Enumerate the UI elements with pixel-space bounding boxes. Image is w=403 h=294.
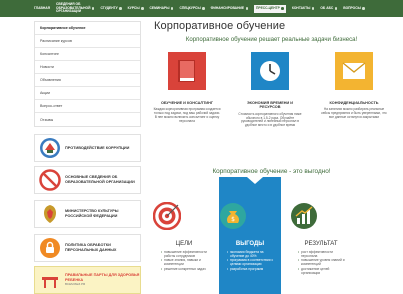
nav-item-financing[interactable]: ФИНАНСИРОВАНИЕ — [211, 6, 249, 11]
sidebar-item-faq[interactable]: Вопрос-ответ — [35, 100, 140, 113]
nav-item-press-center[interactable]: ПРЕСС-ЦЕНТР — [254, 4, 286, 13]
nav-item-seminars[interactable]: СЕМИНАРЫ — [150, 6, 174, 11]
banner-org-info[interactable]: ОСНОВНЫЕ СВЕДЕНИЯ ОБ ОБРАЗОВАТЕЛЬНОЙ ОРГ… — [34, 166, 141, 194]
nav-item-org-info[interactable]: СВЕДЕНИЯ ОБ ОБРАЗОВАТЕЛЬНОЙ ОРГАНИЗАЦИИ — [56, 2, 95, 14]
dropdown-dot-icon — [170, 7, 174, 10]
nav-item-special-courses[interactable]: СПЕЦКУРСЫ — [179, 6, 205, 11]
nav-item-student[interactable]: СТУДЕНТУ — [100, 6, 122, 11]
goals-list: повышение эффективности работы сотрудник… — [153, 250, 215, 272]
growth-chart-icon — [291, 203, 317, 229]
nav-item-contacts[interactable]: КОНТАКТЫ — [292, 6, 315, 11]
nav-item-about[interactable]: ОБ АБС — [320, 6, 338, 11]
dropdown-dot-icon — [91, 7, 95, 10]
benefits-subheading: Корпоративное обучение - это выгодно! — [212, 168, 331, 175]
svg-text:$: $ — [231, 216, 235, 223]
dropdown-dot-icon — [245, 7, 249, 10]
feature-training-consulting: ОБУЧЕНИЕ И КОНСАЛТИНГ Каждая корпоративн… — [153, 52, 221, 124]
list-item: разработка программ — [227, 267, 275, 272]
forbidden-sign-icon — [39, 169, 61, 191]
lead-text: Корпоративное обучение решает реальные з… — [185, 36, 358, 43]
sidebar-item-promotions[interactable]: Акции — [35, 87, 140, 100]
top-navigation: ГЛАВНАЯ СВЕДЕНИЯ ОБ ОБРАЗОВАТЕЛЬНОЙ ОРГА… — [0, 0, 403, 17]
dropdown-dot-icon — [141, 7, 144, 10]
column-result: РЕЗУЛЬТАТ рост эффективности персонала п… — [290, 177, 352, 294]
banner-ministry-culture[interactable]: МИНИСТЕРСТВО КУЛЬТУРЫ РОССИЙСКОЙ ФЕДЕРАЦ… — [34, 200, 141, 228]
column-benefits: $ ВЫГОДЫ экономия бюджета на обучение до… — [219, 177, 281, 294]
envelope-icon — [335, 52, 373, 90]
banner-school-desks[interactable]: ПРАВИЛЬНЫЕ ПАРТЫ ДЛЯ ЗДОРОВЬЯ РЕБЕНКА ВС… — [34, 266, 141, 294]
sidebar-item-consulting[interactable]: Консалтинг — [35, 48, 140, 61]
sidebar-item-announcements[interactable]: Объявления — [35, 74, 140, 87]
feature-confidentiality: КОНФИДЕНЦИАЛЬНОСТЬ На занятиях можно раз… — [320, 52, 388, 120]
banner-personal-data-policy[interactable]: ПОЛИТИКА ОБРАБОТКИ ПЕРСОНАЛЬНЫХ ДАННЫХ — [34, 234, 141, 262]
sidebar: Корпоративное обучение Расписание курсов… — [34, 21, 141, 127]
list-item: достижение целей организации — [298, 267, 346, 276]
lock-icon — [40, 238, 60, 258]
nav-item-home[interactable]: ГЛАВНАЯ — [34, 6, 50, 11]
money-bag-icon: $ — [220, 203, 246, 229]
dropdown-dot-icon — [334, 7, 338, 10]
coat-of-arms-icon — [44, 205, 56, 223]
school-desk-icon — [42, 277, 58, 288]
dropdown-dot-icon — [281, 7, 284, 10]
banner-anticorruption[interactable]: ПРОТИВОДЕЙСТВИЕ КОРРУПЦИИ — [34, 134, 141, 162]
dropdown-dot-icon — [362, 7, 365, 10]
pointer-arrow — [247, 177, 263, 184]
sidebar-menu: Корпоративное обучение Расписание курсов… — [34, 21, 141, 127]
sidebar-item-reviews[interactable]: Отзывы — [35, 113, 140, 126]
benefits-list: экономия бюджета на обучение до 40% прог… — [219, 250, 281, 272]
sidebar-item-corporate-training[interactable]: Корпоративное обучение — [35, 22, 140, 35]
sidebar-item-schedule[interactable]: Расписание курсов — [35, 35, 140, 48]
dropdown-dot-icon — [311, 7, 315, 10]
target-icon — [152, 201, 182, 231]
dropdown-dot-icon — [202, 7, 205, 10]
book-icon — [168, 52, 206, 90]
nav-item-courses[interactable]: КУРСЫ — [128, 6, 144, 11]
column-goals: ЦЕЛИ повышение эффективности работы сотр… — [152, 177, 215, 294]
feature-time-savings: ЭКОНОМИЯ ВРЕМЕНИ И РЕСУРСОВ Стоимость ко… — [236, 52, 304, 128]
sidebar-item-news[interactable]: Новости — [35, 61, 140, 74]
clock-icon — [251, 52, 289, 90]
result-list: рост эффективности персонала повышение у… — [290, 250, 352, 276]
nav-item-questions[interactable]: ВОПРОСЫ — [343, 6, 365, 11]
list-item: решение конкретных задач — [161, 267, 209, 272]
anticorruption-emblem-icon — [40, 138, 60, 158]
page-title: Корпоративное обучение — [154, 20, 286, 32]
dropdown-dot-icon — [119, 7, 122, 10]
